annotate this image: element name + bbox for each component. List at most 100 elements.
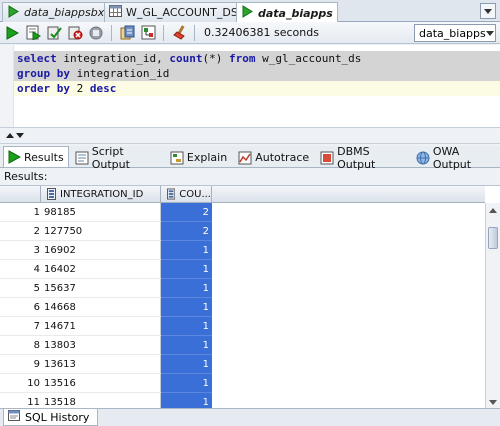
- sql-tuning-icon[interactable]: [119, 25, 135, 41]
- count-cell[interactable]: 1: [161, 336, 212, 355]
- collapse-down-icon[interactable]: [16, 133, 24, 138]
- row-number: 8: [33, 340, 40, 351]
- tab-explain[interactable]: Explain: [166, 147, 232, 167]
- row-number: 2: [33, 226, 40, 237]
- tab-owa-output[interactable]: OWA Output: [412, 145, 500, 171]
- count-cell[interactable]: 1: [161, 393, 212, 408]
- integration-id-cell[interactable]: 98185: [44, 203, 158, 222]
- table-row[interactable]: 6 14668 1: [0, 298, 212, 317]
- results-grid[interactable]: INTEGRATION_ID COU... 1 98185 2 2 127750 2 3 16…: [0, 185, 500, 408]
- row-number: 11: [27, 397, 40, 408]
- count-cell[interactable]: 1: [161, 317, 212, 336]
- sql-history-icon: [8, 409, 21, 425]
- row-number: 9: [33, 359, 40, 370]
- tab-label: Autotrace: [255, 151, 310, 164]
- count-cell[interactable]: 1: [161, 298, 212, 317]
- count-cell[interactable]: 1: [161, 374, 212, 393]
- connection-select[interactable]: data_biapps: [414, 24, 496, 42]
- table-icon: [109, 5, 122, 20]
- row-number-header: [0, 186, 41, 203]
- sql-code[interactable]: select integration_id, count(*) from w_g…: [14, 51, 500, 96]
- tab-label: DBMS Output: [337, 144, 376, 171]
- code-line-2[interactable]: group by integration_id: [14, 66, 500, 81]
- toolbar-separator: [111, 24, 112, 41]
- integration-id-cell[interactable]: 13518: [44, 393, 158, 408]
- collapse-up-icon[interactable]: [6, 133, 14, 138]
- count-cell[interactable]: 1: [161, 279, 212, 298]
- tab-label: OWA Output: [432, 144, 472, 171]
- code-line-1[interactable]: select integration_id, count(*) from w_g…: [14, 51, 500, 66]
- commit-icon[interactable]: [46, 25, 62, 41]
- execution-time-label: 0.32406381 seconds: [204, 26, 319, 39]
- column-type-icon: [167, 188, 176, 200]
- tab-label: data_biapps: [258, 6, 333, 20]
- keyword: count: [169, 52, 203, 65]
- integration-id-cell[interactable]: 127750: [44, 222, 158, 241]
- integration-id-cell[interactable]: 14671: [44, 317, 158, 336]
- tab-label: data_biappsbx: [24, 6, 105, 19]
- tab-label: Script Output: [91, 144, 130, 171]
- tab-autotrace[interactable]: Autotrace: [234, 147, 314, 167]
- column-type-icon: [47, 188, 56, 200]
- tab-sql-history[interactable]: SQL History: [3, 409, 99, 426]
- results-label: Results:: [4, 170, 48, 183]
- count-cell[interactable]: 1: [161, 241, 212, 260]
- tab-data-biapps[interactable]: data_biapps: [236, 2, 338, 23]
- integration-id-cell[interactable]: 15637: [44, 279, 158, 298]
- column-header-label: COU...: [179, 188, 211, 200]
- tab-data-biappsbx[interactable]: data_biappsbx: [2, 2, 110, 22]
- grid-header: INTEGRATION_ID COU...: [0, 186, 485, 203]
- explain-plan-icon[interactable]: [140, 25, 156, 41]
- integration-id-cell[interactable]: 13613: [44, 355, 158, 374]
- table-row[interactable]: 3 16902 1: [0, 241, 212, 260]
- table-row[interactable]: 9 13613 1: [0, 355, 212, 374]
- identifier: (*): [202, 52, 229, 65]
- explain-icon: [170, 151, 184, 165]
- count-cell[interactable]: 1: [161, 260, 212, 279]
- row-number: 5: [33, 283, 40, 294]
- integration-id-cell[interactable]: 14668: [44, 298, 158, 317]
- table-row[interactable]: 2 127750 2: [0, 222, 212, 241]
- tab-script-output[interactable]: Script Output: [71, 145, 164, 171]
- owa-output-icon: [416, 151, 430, 165]
- table-row[interactable]: 1 98185 2: [0, 203, 212, 222]
- integration-id-cell[interactable]: 13516: [44, 374, 158, 393]
- chevron-down-icon: [485, 30, 494, 36]
- scroll-down-icon[interactable]: [486, 395, 500, 408]
- count-cell[interactable]: 2: [161, 222, 212, 241]
- cancel-icon[interactable]: [88, 25, 104, 41]
- tab-list-dropdown-button[interactable]: [480, 3, 496, 19]
- pane-splitter[interactable]: [0, 128, 500, 144]
- table-row[interactable]: 4 16402 1: [0, 260, 212, 279]
- script-output-icon: [75, 151, 89, 165]
- scroll-up-icon[interactable]: [486, 203, 500, 217]
- tab-dbms-output[interactable]: DBMS Output: [316, 145, 410, 171]
- table-row[interactable]: 7 14671 1: [0, 317, 212, 336]
- run-script-icon[interactable]: [25, 25, 41, 41]
- row-number: 10: [27, 378, 40, 389]
- table-row[interactable]: 8 13803 1: [0, 336, 212, 355]
- table-row[interactable]: 11 13518 1: [0, 393, 212, 408]
- scrollbar-thumb[interactable]: [488, 227, 498, 249]
- column-header-integration-id[interactable]: INTEGRATION_ID: [41, 186, 161, 203]
- sql-worksheet-icon: [7, 4, 20, 21]
- integration-id-cell[interactable]: 13803: [44, 336, 158, 355]
- integration-id-cell[interactable]: 16402: [44, 260, 158, 279]
- identifier: 2: [69, 82, 90, 95]
- vertical-scrollbar[interactable]: [485, 203, 500, 408]
- run-statement-icon[interactable]: [4, 25, 20, 41]
- column-header-count[interactable]: COU...: [161, 186, 212, 203]
- count-cell[interactable]: 1: [161, 355, 212, 374]
- table-row[interactable]: 5 15637 1: [0, 279, 212, 298]
- keyword: from: [228, 52, 256, 65]
- sql-editor[interactable]: select integration_id, count(*) from w_g…: [0, 45, 500, 128]
- worksheet-toolbar: 0.32406381 seconds data_biapps: [0, 22, 500, 44]
- keyword: group by: [17, 67, 70, 80]
- code-line-3[interactable]: order by 2 desc: [14, 81, 500, 96]
- tab-results[interactable]: Results: [3, 146, 69, 167]
- count-cell[interactable]: 2: [161, 203, 212, 222]
- rollback-icon[interactable]: [67, 25, 83, 41]
- integration-id-cell[interactable]: 16902: [44, 241, 158, 260]
- clear-icon[interactable]: [171, 25, 187, 41]
- table-row[interactable]: 10 13516 1: [0, 374, 212, 393]
